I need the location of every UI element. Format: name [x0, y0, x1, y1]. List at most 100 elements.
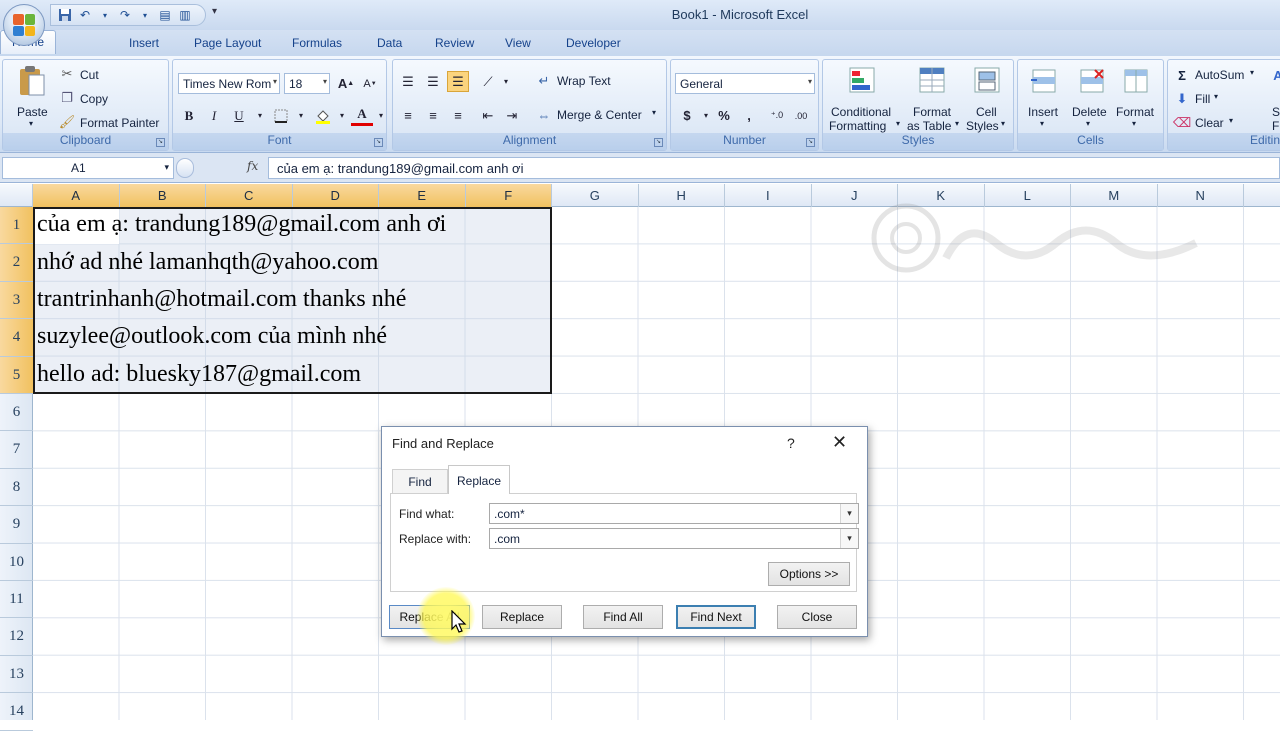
fill-color-dropdown-icon[interactable]: ▾ [331, 105, 353, 126]
number-format-select[interactable]: General ▾ [675, 73, 815, 94]
column-header-g[interactable]: G [552, 184, 639, 207]
align-left-icon[interactable]: ≡ [397, 105, 419, 126]
replace-with-input[interactable]: .com ▾ [489, 528, 859, 549]
underline-dropdown-icon[interactable]: ▾ [249, 105, 271, 126]
tab-formulas[interactable]: Formulas [292, 36, 342, 50]
format-as-table-icon[interactable] [917, 65, 949, 97]
delete-cells-button[interactable]: Delete [1072, 105, 1107, 119]
row-header-4[interactable]: 4 [0, 319, 33, 357]
font-color-dropdown-icon[interactable]: ▾ [370, 105, 392, 126]
tab-replace[interactable]: Replace [448, 465, 510, 494]
insert-cells-icon[interactable] [1028, 65, 1060, 97]
align-top-icon[interactable]: ☰ [397, 71, 419, 92]
tab-view[interactable]: View [505, 36, 531, 50]
chevron-down-icon[interactable]: ▾ [840, 529, 858, 548]
copy-icon[interactable]: ❐ [59, 90, 75, 106]
cut-icon[interactable]: ✂ [59, 66, 75, 82]
format-painter-icon[interactable]: 🖌 [59, 114, 76, 130]
sort-filter-line2[interactable]: Fil [1272, 119, 1280, 133]
merge-center-icon[interactable]: ⇔ [535, 107, 553, 123]
align-middle-icon[interactable]: ☰ [422, 71, 444, 92]
format-cells-icon[interactable] [1120, 65, 1152, 97]
percent-icon[interactable]: % [713, 105, 735, 126]
column-header-f[interactable]: F [465, 184, 552, 207]
conditional-formatting-line2[interactable]: Formatting [829, 119, 886, 133]
orientation-dropdown-icon[interactable]: ▾ [495, 71, 517, 92]
tab-insert[interactable]: Insert [129, 36, 159, 50]
fill-icon[interactable]: ⬇ [1174, 91, 1190, 107]
underline-icon[interactable]: U [228, 105, 250, 126]
cell-a2[interactable]: nhớ ad nhé lamanhqth@yahoo.com [37, 249, 378, 276]
decrease-decimal-icon[interactable]: .00 [790, 105, 812, 126]
paste-button[interactable]: Paste [17, 105, 48, 119]
row-header-1[interactable]: 1 [0, 207, 33, 245]
fill-dropdown-icon[interactable]: ▾ [1214, 92, 1218, 101]
font-launcher-icon[interactable]: ↘ [374, 138, 383, 147]
decrease-indent-icon[interactable]: ⇤ [477, 105, 499, 126]
row-header-12[interactable]: 12 [0, 618, 33, 656]
fill-button[interactable]: Fill [1195, 92, 1210, 106]
cut-button[interactable]: Cut [80, 68, 99, 82]
row-header-2[interactable]: 2 [0, 244, 33, 282]
formula-input[interactable]: của em ạ: trandung189@gmail.com anh ơi [268, 157, 1280, 179]
format-as-table-line2[interactable]: as Table [907, 119, 951, 133]
tab-page-layout[interactable]: Page Layout [194, 36, 261, 50]
cell-a3[interactable]: trantrinhanh@hotmail.com thanks nhé [37, 286, 406, 313]
italic-icon[interactable]: I [203, 105, 225, 126]
delete-dropdown-icon[interactable]: ▾ [1086, 119, 1090, 128]
format-table-dropdown-icon[interactable]: ▾ [955, 119, 959, 128]
conditional-dropdown-icon[interactable]: ▾ [896, 119, 900, 128]
cell-styles-icon[interactable] [972, 65, 1004, 97]
wrap-text-icon[interactable]: ↵ [535, 73, 553, 89]
help-icon[interactable]: ? [787, 435, 795, 451]
alignment-launcher-icon[interactable]: ↘ [654, 138, 663, 147]
format-cells-button[interactable]: Format [1116, 105, 1154, 119]
row-header-10[interactable]: 10 [0, 544, 33, 581]
format-dropdown-icon[interactable]: ▾ [1132, 119, 1136, 128]
row-header-8[interactable]: 8 [0, 469, 33, 507]
tab-data[interactable]: Data [377, 36, 402, 50]
clipboard-launcher-icon[interactable]: ↘ [156, 138, 165, 147]
column-header-i[interactable]: I [725, 184, 812, 207]
sort-filter-icon[interactable]: A [1270, 66, 1280, 84]
formula-bar-expand-icon[interactable] [176, 158, 194, 178]
conditional-formatting-line1[interactable]: Conditional [831, 105, 891, 119]
column-header-h[interactable]: H [639, 184, 725, 207]
grow-font-icon[interactable]: A ▲ [335, 73, 357, 94]
row-header-13[interactable]: 13 [0, 656, 33, 694]
column-header-e[interactable]: E [379, 184, 466, 207]
font-size-select[interactable]: 18 ▾ [284, 73, 330, 94]
paste-dropdown-icon[interactable]: ▾ [29, 119, 33, 128]
tab-review[interactable]: Review [435, 36, 474, 50]
row-header-14[interactable]: 14 [0, 693, 33, 731]
find-next-button[interactable]: Find Next [676, 605, 756, 629]
close-icon[interactable]: ✕ [832, 432, 847, 453]
find-all-button[interactable]: Find All [583, 605, 663, 629]
close-button[interactable]: Close [777, 605, 857, 629]
conditional-formatting-icon[interactable] [847, 65, 879, 97]
autosum-button[interactable]: AutoSum [1195, 68, 1244, 82]
delete-cells-icon[interactable] [1076, 65, 1108, 97]
column-header-d[interactable]: D [292, 184, 379, 207]
copy-button[interactable]: Copy [80, 92, 108, 106]
row-header-3[interactable]: 3 [0, 281, 33, 320]
tab-find[interactable]: Find [392, 469, 448, 493]
cell-styles-line1[interactable]: Cell [976, 105, 997, 119]
shrink-font-icon[interactable]: A ▼ [359, 73, 381, 94]
align-bottom-icon[interactable]: ☰ [447, 71, 469, 92]
wrap-text-button[interactable]: Wrap Text [557, 74, 611, 88]
align-center-icon[interactable]: ≡ [422, 105, 444, 126]
clear-button[interactable]: Clear [1195, 116, 1224, 130]
merge-center-button[interactable]: Merge & Center [557, 108, 642, 122]
row-header-11[interactable]: 11 [0, 581, 33, 619]
bold-icon[interactable]: B [178, 105, 200, 126]
column-header-b[interactable]: B [119, 184, 206, 207]
sort-filter-line1[interactable]: So [1272, 105, 1280, 119]
insert-function-icon[interactable]: fx [247, 159, 258, 173]
row-header-9[interactable]: 9 [0, 506, 33, 544]
insert-dropdown-icon[interactable]: ▾ [1040, 119, 1044, 128]
number-launcher-icon[interactable]: ↘ [806, 138, 815, 147]
comma-style-icon[interactable]: , [738, 105, 760, 126]
name-box[interactable]: A1 ▾ [2, 157, 174, 179]
column-header-c[interactable]: C [206, 184, 293, 207]
